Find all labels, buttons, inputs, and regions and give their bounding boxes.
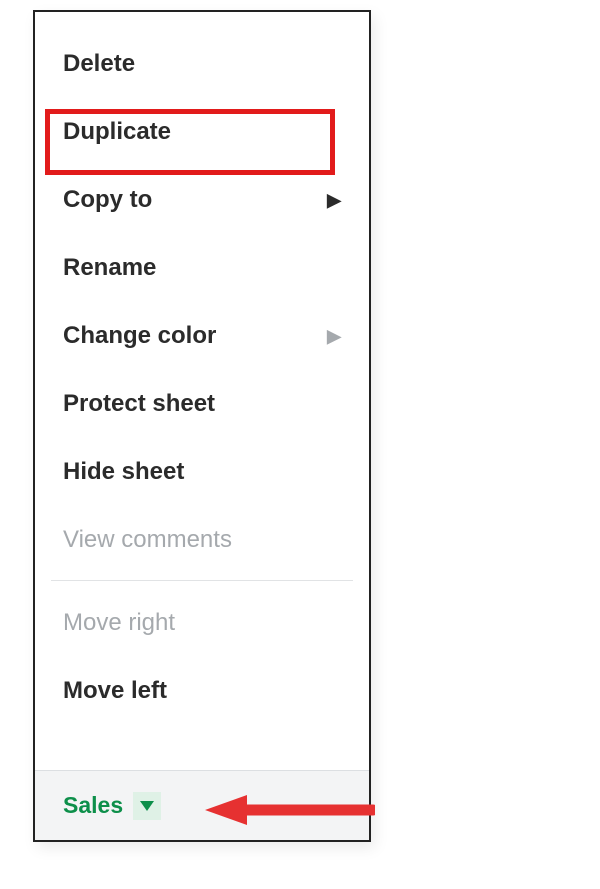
menu-item-label: View comments — [63, 526, 232, 554]
menu-divider — [51, 580, 353, 581]
menu-item-label: Delete — [63, 50, 135, 78]
menu-item-hide-sheet[interactable]: Hide sheet — [35, 438, 369, 506]
sheet-tab-dropdown-button[interactable] — [133, 792, 161, 820]
menu-item-label: Duplicate — [63, 118, 171, 146]
annotation-arrow-icon — [205, 793, 375, 827]
chevron-right-icon: ▶ — [327, 326, 341, 347]
menu-item-copy-to[interactable]: Copy to ▶ — [35, 166, 369, 234]
menu-item-label: Copy to — [63, 186, 152, 214]
menu-item-rename[interactable]: Rename — [35, 234, 369, 302]
menu-item-label: Protect sheet — [63, 390, 215, 418]
menu-item-label: Rename — [63, 254, 156, 282]
menu-item-move-right: Move right — [35, 589, 369, 657]
menu-item-view-comments: View comments — [35, 506, 369, 574]
caret-down-icon — [140, 801, 154, 811]
sheet-context-panel: Delete Duplicate Copy to ▶ Rename Change… — [33, 10, 371, 842]
sheet-tab-bar: Sales — [35, 770, 369, 840]
menu-item-duplicate[interactable]: Duplicate — [35, 98, 369, 166]
menu-item-change-color[interactable]: Change color ▶ — [35, 302, 369, 370]
menu-item-label: Move left — [63, 677, 167, 705]
menu-item-label: Hide sheet — [63, 458, 184, 486]
menu-item-label: Move right — [63, 609, 175, 637]
sheet-tab-sales[interactable]: Sales — [49, 780, 175, 832]
menu-item-move-left[interactable]: Move left — [35, 657, 369, 725]
sheet-tab-label: Sales — [63, 792, 123, 819]
menu-item-label: Change color — [63, 322, 216, 350]
menu-item-delete[interactable]: Delete — [35, 30, 369, 98]
menu-item-protect-sheet[interactable]: Protect sheet — [35, 370, 369, 438]
chevron-right-icon: ▶ — [327, 190, 341, 211]
sheet-context-menu: Delete Duplicate Copy to ▶ Rename Change… — [35, 12, 369, 770]
